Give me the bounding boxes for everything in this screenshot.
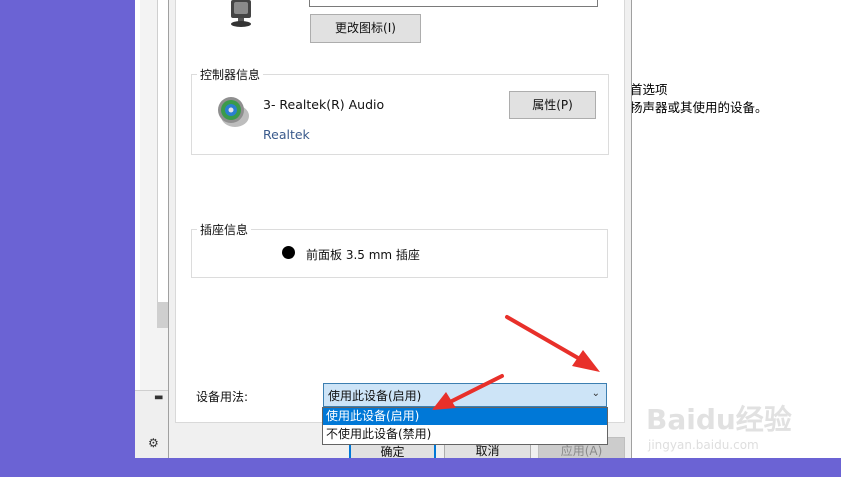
annotation-arrow-to-option [432, 374, 504, 410]
annotation-arrow-to-chevron [505, 315, 600, 372]
annotation-arrows [432, 315, 600, 410]
